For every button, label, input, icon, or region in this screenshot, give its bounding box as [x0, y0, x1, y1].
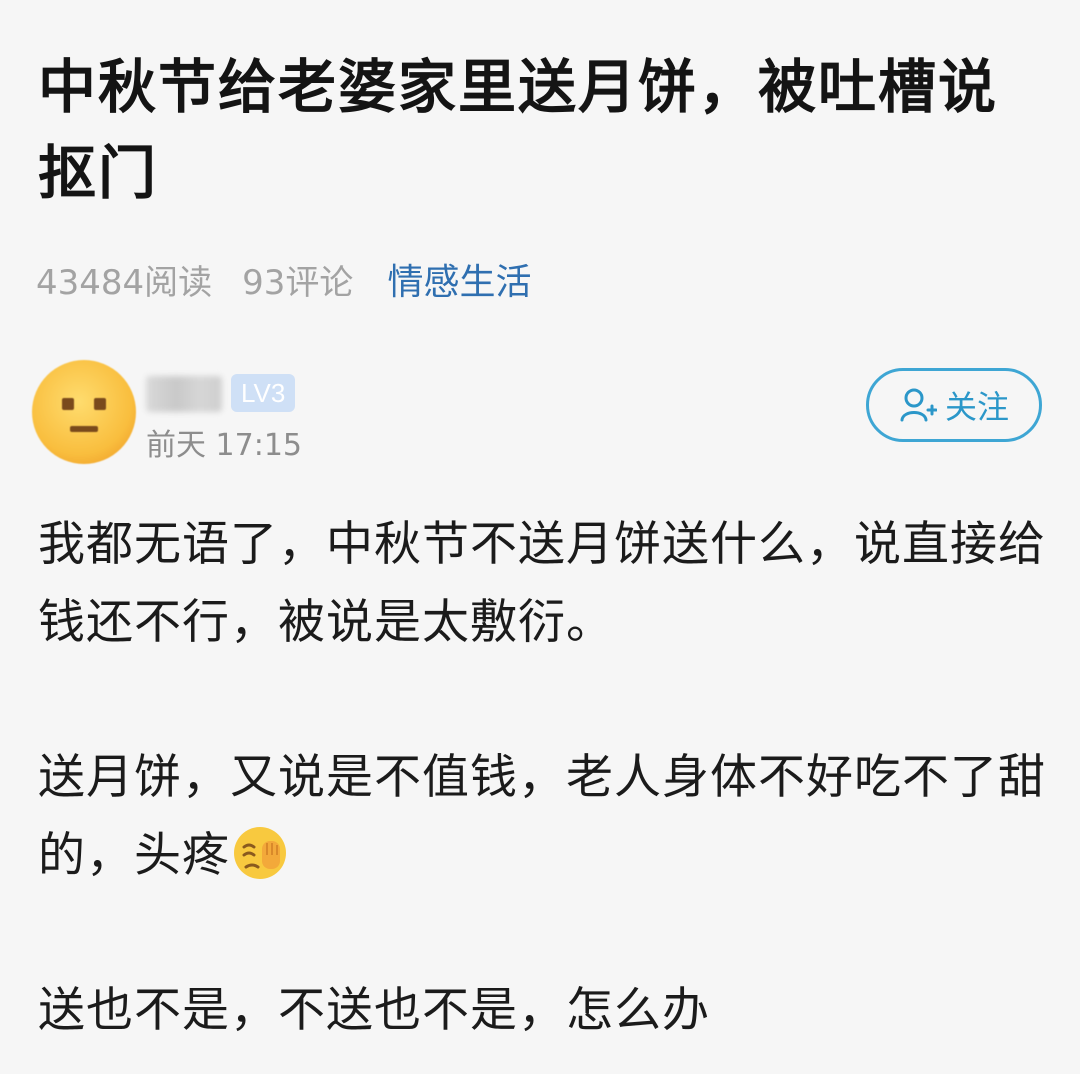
category-link[interactable]: 情感生活	[387, 253, 531, 305]
comment-count[interactable]: 93评论	[242, 255, 353, 304]
paragraph-2: 送月饼，又说是不值钱，老人身体不好吃不了甜的，头疼	[38, 739, 1058, 895]
avatar[interactable]	[32, 360, 136, 464]
read-count: 43484阅读	[36, 262, 213, 303]
avatar-mouth	[70, 426, 98, 432]
follow-label: 关注	[944, 388, 1009, 426]
add-user-icon	[900, 388, 937, 422]
post-time: 前天 17:15	[146, 428, 302, 463]
paragraph-1: 我都无语了，中秋节不送月饼送什么，说直接给钱还不行，被说是太敷衍。	[38, 517, 1046, 650]
paragraph-3: 送也不是，不送也不是，怎么办	[38, 983, 710, 1038]
follow-button[interactable]: 关注	[866, 368, 1042, 442]
level-badge: LV3	[231, 374, 296, 412]
facepalm-emoji-icon	[234, 827, 286, 879]
avatar-eye-right	[94, 398, 106, 410]
post-title: 中秋节给老婆家里送月饼，被吐槽说抠门	[38, 53, 999, 207]
avatar-eye-left	[62, 398, 74, 410]
username-blurred[interactable]	[146, 376, 222, 412]
post-body: 我都无语了，中秋节不送月饼送什么，说直接给钱还不行，被说是太敷衍。 送月饼，又说…	[38, 506, 1058, 1050]
paragraph-2-text: 送月饼，又说是不值钱，老人身体不好吃不了甜的，头疼	[38, 750, 1046, 883]
post-meta: 43484阅读 93评论 情感生活	[36, 254, 531, 304]
